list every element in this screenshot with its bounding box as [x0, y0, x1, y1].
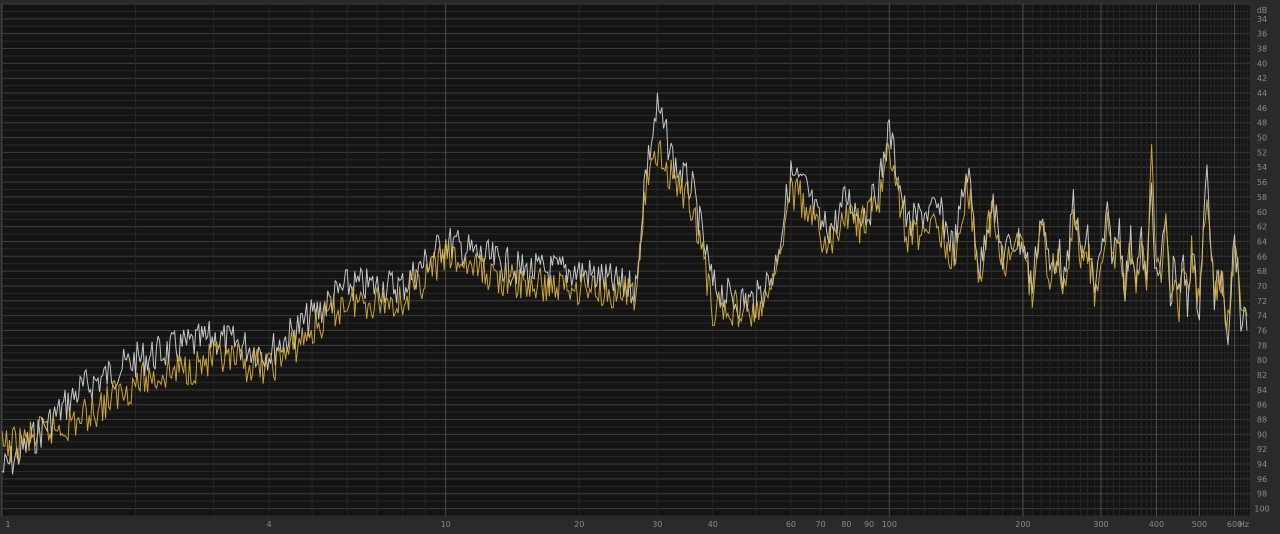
y-tick-label: 72 [1257, 297, 1267, 306]
y-tick-label: 34 [1257, 15, 1267, 24]
x-tick-label: 60 [786, 520, 796, 529]
y-tick-label: 88 [1257, 416, 1267, 425]
x-tick-label: 40 [708, 520, 718, 529]
x-unit-label: Hz [1239, 520, 1249, 529]
y-tick-label: 84 [1257, 386, 1267, 395]
spectrum-analyzer-chart: dB34 36 38 40 42 44 46 48 50 52 54 56 58 60 62 64 66 68 70… [0, 0, 1280, 534]
y-tick-label: 98 [1257, 490, 1267, 499]
y-tick-label: 66 [1257, 252, 1267, 261]
x-tick-label: 400 [1149, 520, 1164, 529]
x-tick-label: 10 [441, 520, 451, 529]
x-tick-label: 4 [267, 520, 272, 529]
y-tick-label: 82 [1257, 371, 1267, 380]
y-tick-label: 68 [1257, 267, 1267, 276]
x-tick-label: 300 [1093, 520, 1108, 529]
y-tick-label: 36 [1257, 30, 1267, 39]
y-tick-label: 94 [1257, 460, 1267, 469]
y-tick-label: 92 [1257, 445, 1267, 454]
x-tick-label: 30 [652, 520, 662, 529]
y-tick-label: 54 [1257, 163, 1267, 172]
y-tick-label: 44 [1257, 89, 1267, 98]
x-tick-label: 70 [816, 520, 826, 529]
y-tick-label: 70 [1257, 282, 1267, 291]
plot-area [1, 3, 1251, 517]
y-tick-label: 58 [1257, 193, 1267, 202]
x-tick-label: 500 [1192, 520, 1207, 529]
x-tick-label: 100 [882, 520, 897, 529]
y-tick-label: 56 [1257, 178, 1267, 187]
y-tick-label: 100 [1254, 505, 1269, 514]
y-tick-label: 52 [1257, 148, 1267, 157]
y-tick-label: 40 [1257, 59, 1267, 68]
y-tick-label: 50 [1257, 134, 1267, 143]
y-tick-label: 74 [1257, 312, 1267, 321]
y-tick-label: 38 [1257, 45, 1267, 54]
x-tick-label: 20 [574, 520, 584, 529]
y-tick-label: 42 [1257, 74, 1267, 83]
y-tick-label: 48 [1257, 119, 1267, 128]
x-tick-label: 200 [1015, 520, 1030, 529]
y-tick-label: 90 [1257, 430, 1267, 439]
y-tick-label: 86 [1257, 401, 1267, 410]
x-tick-label: 90 [864, 520, 874, 529]
y-tick-label: 46 [1257, 104, 1267, 113]
x-tick-label: 80 [841, 520, 851, 529]
y-tick-label: 96 [1257, 475, 1267, 484]
y-tick-label: 62 [1257, 223, 1267, 232]
y-unit-label: dB [1257, 6, 1268, 15]
y-tick-label: 76 [1257, 326, 1267, 335]
y-tick-label: 60 [1257, 208, 1267, 217]
y-tick-label: 80 [1257, 356, 1267, 365]
y-tick-label: 64 [1257, 237, 1267, 246]
x-tick-label: 1 [5, 520, 10, 529]
y-tick-label: 78 [1257, 341, 1267, 350]
